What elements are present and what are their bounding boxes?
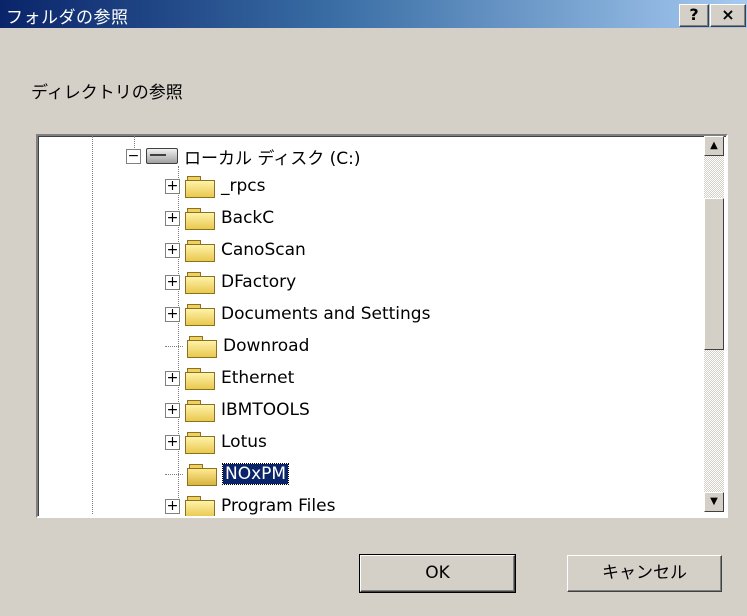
tree-item[interactable]: + _rpcs [165, 170, 265, 202]
folder-icon [185, 175, 215, 198]
tree-item[interactable]: + Ethernet [165, 362, 294, 394]
tree-item-label: _rpcs [221, 176, 266, 196]
folder-icon [185, 367, 215, 390]
collapse-icon[interactable]: − [126, 148, 141, 164]
tree-item[interactable]: + IBMTOOLS [165, 394, 310, 426]
folder-icon [185, 207, 215, 230]
tree-item-label: Ethernet [221, 368, 295, 388]
expand-icon[interactable]: + [165, 210, 180, 226]
expand-icon[interactable]: + [165, 274, 180, 290]
tree-line [92, 136, 93, 514]
tree-item[interactable]: NOxPM [165, 458, 290, 490]
tree-item-label: Lotus [221, 432, 267, 452]
cancel-button[interactable]: キャンセル [567, 555, 722, 592]
tree-item-label: Documents and Settings [221, 304, 431, 324]
folder-icon [185, 399, 215, 422]
folder-icon [185, 495, 215, 516]
tree-connector [165, 473, 183, 475]
folder-tree[interactable]: − ローカル ディスク (C:) + _rpcs + BackC + CanoScan + D… [36, 134, 728, 518]
tree-item[interactable]: + Lotus [165, 426, 267, 458]
expand-icon[interactable]: + [165, 242, 180, 258]
tree-item-label: BackC [221, 208, 275, 228]
folder-icon [185, 271, 215, 294]
open-folder-icon [187, 463, 217, 486]
dialog-prompt: ディレクトリの参照 [31, 83, 183, 103]
tree-item[interactable]: + Documents and Settings [165, 298, 430, 330]
window-title: フォルダの参照 [6, 8, 129, 28]
title-bar: フォルダの参照 ? × [0, 0, 747, 28]
tree-root-drive[interactable]: − ローカル ディスク (C:) [126, 140, 360, 172]
scroll-up-button[interactable]: ▲ [704, 136, 724, 156]
scroll-thumb[interactable] [704, 198, 724, 350]
vertical-scrollbar[interactable]: ▲ ▼ [704, 136, 724, 512]
tree-item-label: DFactory [221, 272, 297, 292]
expand-icon[interactable]: + [165, 306, 180, 322]
tree-item-label: IBMTOOLS [221, 400, 310, 420]
tree-item[interactable]: Downroad [165, 330, 309, 362]
expand-icon[interactable]: + [165, 178, 180, 194]
tree-item-label: Program Files [221, 496, 336, 516]
folder-icon [185, 431, 215, 454]
tree-item-label: NOxPM [221, 463, 290, 485]
close-button[interactable]: × [710, 4, 746, 27]
folder-icon [185, 239, 215, 262]
tree-item[interactable]: + Program Files [165, 490, 336, 516]
tree-item-label: CanoScan [221, 240, 306, 260]
ok-button[interactable]: OK [359, 554, 516, 593]
expand-icon[interactable]: + [165, 498, 180, 514]
scroll-down-button[interactable]: ▼ [704, 492, 724, 512]
tree-item-label: ローカル ディスク (C:) [184, 148, 361, 169]
tree-item[interactable]: + DFactory [165, 266, 296, 298]
tree-item-label: Downroad [223, 336, 310, 356]
tree-item[interactable]: + CanoScan [165, 234, 306, 266]
folder-icon [185, 303, 215, 326]
help-button[interactable]: ? [679, 4, 709, 27]
hard-drive-icon [146, 148, 178, 164]
tree-item[interactable]: + BackC [165, 202, 274, 234]
tree-connector [165, 345, 183, 347]
folder-icon [187, 335, 217, 358]
expand-icon[interactable]: + [165, 370, 180, 386]
expand-icon[interactable]: + [165, 402, 180, 418]
expand-icon[interactable]: + [165, 434, 180, 450]
